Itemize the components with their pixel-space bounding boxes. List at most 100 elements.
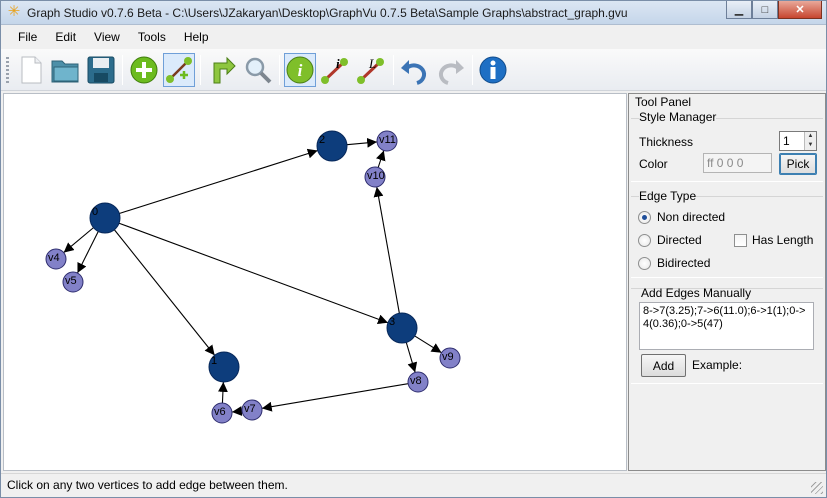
bidirected-radio[interactable] [638,257,651,270]
tool-panel-title: Tool Panel [635,95,692,109]
graph-edge[interactable] [376,150,386,168]
add-edge-icon [166,57,192,83]
non-directed-label[interactable]: Non directed [657,210,725,224]
menu-view[interactable]: View [85,27,129,47]
maximize-button[interactable]: □ [752,1,778,19]
edges-text-area[interactable]: 8->7(3.25);7->6(11.0);6->1(1);0->4(0.36)… [639,302,814,350]
graph-edge[interactable] [231,406,243,416]
graph-edge[interactable] [113,229,216,356]
graph-edge[interactable] [414,335,442,354]
graph-drawing[interactable]: 1 2 3 v4 v5 v6 v7 v8 v9 v10 v11 0 [4,94,626,470]
graph-edge[interactable] [118,222,389,324]
vertex-label: 1 [211,355,217,367]
undo-button[interactable] [398,53,430,87]
title-bar[interactable]: ✳ Graph Studio v0.7.6 Beta - C:\Users\JZ… [1,1,826,25]
vertex-label: v4 [48,252,60,264]
edges-layer [63,137,442,416]
edge-length-button[interactable]: L [355,53,387,87]
vertex-label: v6 [214,406,226,418]
svg-text:L: L [368,56,376,71]
layout-button[interactable] [206,53,238,87]
toolbar: i i L [1,49,826,91]
style-manager-title: Style Manager [639,110,717,124]
vertex-label: v8 [410,375,422,387]
minimize-button[interactable]: ▁ [726,1,752,19]
menu-edit[interactable]: Edit [46,27,85,47]
graph-edge[interactable] [261,383,409,412]
open-folder-icon [51,60,79,83]
toolbar-grip[interactable] [6,57,9,83]
has-length-checkbox[interactable] [734,234,747,247]
window-controls: ▁ □ ✕ [726,1,822,20]
toolbar-separator [122,55,123,85]
status-bar: Click on any two vertices to add edge be… [1,473,826,497]
add-edges-button[interactable]: Add [641,354,686,377]
svg-text:i: i [298,61,303,80]
thickness-stepper[interactable]: 1 ▲ ▼ [779,131,817,151]
app-star-icon: ✳ [7,3,21,20]
svg-text:i: i [336,56,340,71]
graph-canvas[interactable]: 1 2 3 v4 v5 v6 v7 v8 v9 v10 v11 0 [3,93,627,471]
directed-radio[interactable] [638,234,651,247]
close-icon: ✕ [795,4,805,16]
thickness-value[interactable]: 1 [783,134,790,148]
toolbar-separator [393,55,394,85]
menu-tools[interactable]: Tools [129,27,175,47]
graph-edge[interactable] [76,231,99,274]
add-edge-button[interactable] [163,53,195,87]
vertex-label: 0 [92,206,98,218]
menu-help[interactable]: Help [175,27,218,47]
add-edges-title: Add Edges Manually [641,286,752,300]
vertex-label: v10 [367,170,385,182]
has-length-label[interactable]: Has Length [752,233,813,247]
spin-down-icon[interactable]: ▼ [805,141,816,150]
resize-grip[interactable] [811,482,823,494]
zoom-magnifier-icon [245,57,272,84]
save-disk-icon [87,56,115,84]
spin-up-icon[interactable]: ▲ [805,132,816,141]
vertex-label: v11 [379,134,396,146]
directed-label[interactable]: Directed [657,233,702,247]
about-info-icon [479,56,507,84]
thickness-label: Thickness [639,135,694,149]
about-button[interactable] [477,53,509,87]
new-file-button[interactable] [15,53,47,87]
graph-edge[interactable] [373,186,400,314]
close-button[interactable]: ✕ [778,1,822,19]
info-edge-icon: i [321,56,348,84]
menu-bar: File Edit View Tools Help [1,26,826,48]
save-button[interactable] [85,53,117,87]
app-window: ✳ Graph Studio v0.7.6 Beta - C:\Users\JZ… [0,0,827,498]
bidirected-label[interactable]: Bidirected [657,256,710,270]
graph-edge[interactable] [405,342,418,373]
add-vertex-button[interactable] [128,53,160,87]
redo-icon [438,60,464,85]
vertex-label: v9 [442,351,454,363]
menu-file[interactable]: File [9,27,46,47]
thickness-spin-buttons[interactable]: ▲ ▼ [804,132,816,150]
pick-color-button[interactable]: Pick [779,153,817,175]
color-field[interactable]: ff 0 0 0 [703,153,772,173]
edge-type-title: Edge Type [639,189,697,203]
redo-button[interactable] [435,53,467,87]
toolbar-separator [279,55,280,85]
info-vertex-icon: i [286,56,314,84]
non-directed-radio[interactable] [638,211,651,224]
graph-edge[interactable] [119,148,318,214]
zoom-button[interactable] [242,53,274,87]
graph-edge[interactable] [346,137,378,148]
edge-info-button[interactable]: i [319,53,351,87]
window-title: Graph Studio v0.7.6 Beta - C:\Users\JZak… [27,6,628,20]
vertices-layer: 1 2 3 v4 v5 v6 v7 v8 v9 v10 v11 0 [45,130,461,424]
undo-icon [401,60,427,85]
vertex-label: 3 [389,316,395,328]
graph-edge[interactable] [217,381,228,404]
vertex-label: v5 [65,275,77,287]
add-vertex-icon [130,56,158,84]
new-file-icon [21,56,42,84]
status-text: Click on any two vertices to add edge be… [7,478,288,492]
open-file-button[interactable] [49,53,81,87]
vertex-info-button[interactable]: i [284,53,316,87]
toolbar-separator [472,55,473,85]
tool-panel: Tool Panel Style Manager Thickness 1 ▲ ▼… [628,93,826,471]
